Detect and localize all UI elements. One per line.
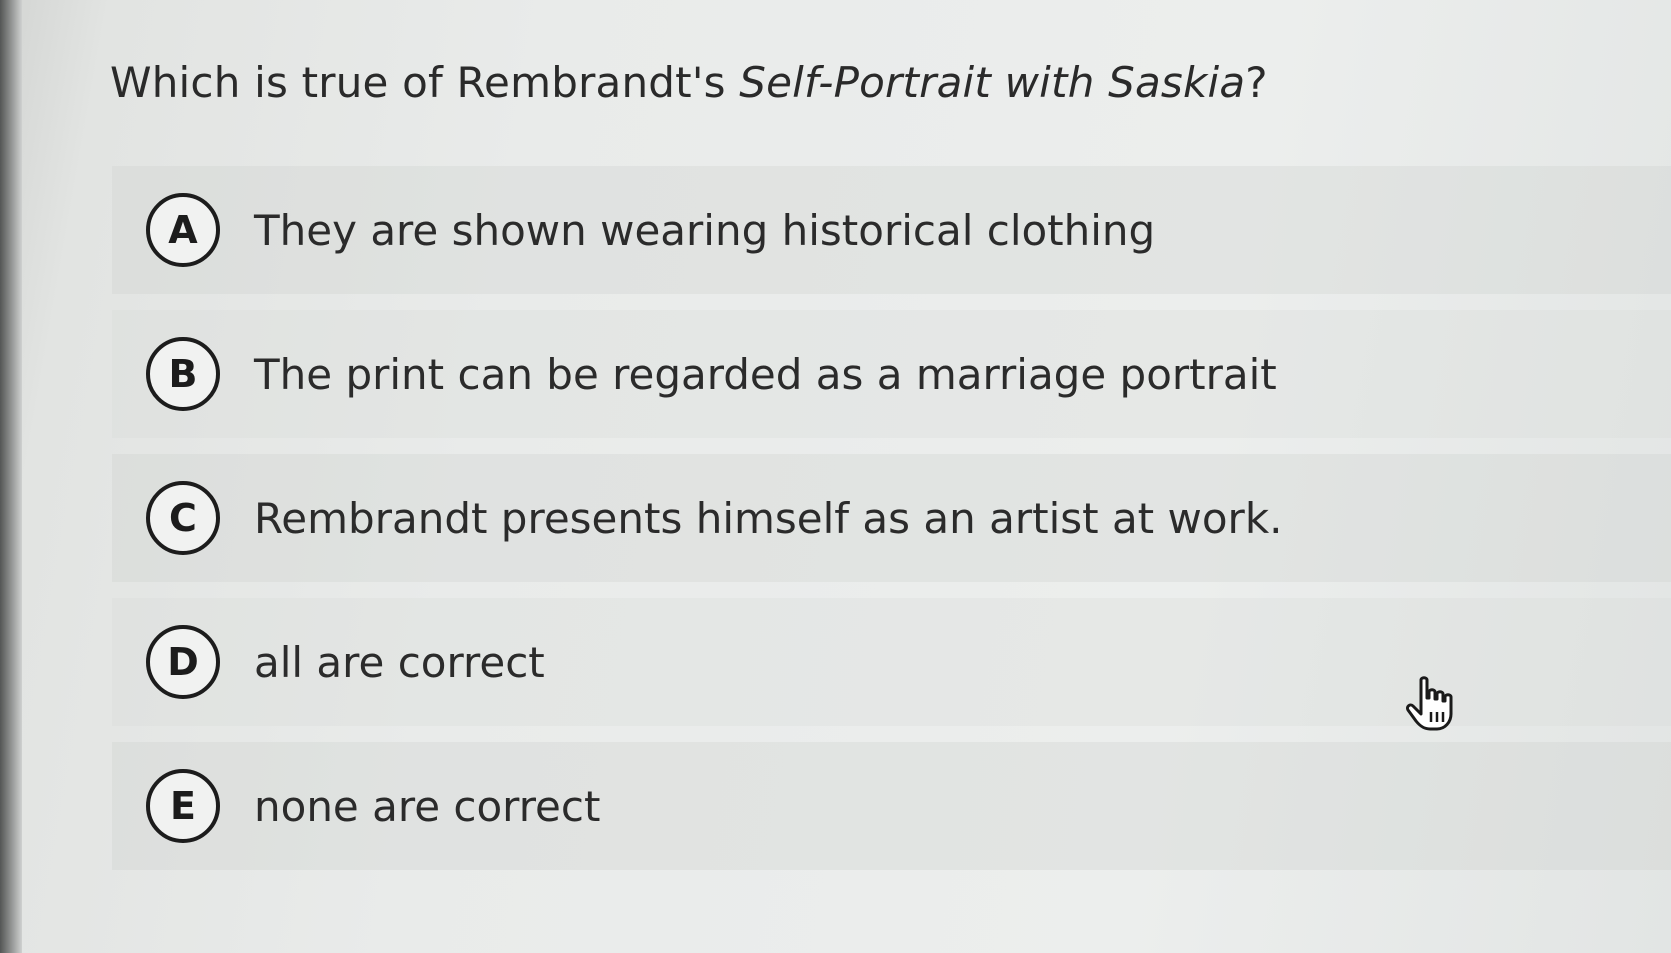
option-c-label: Rembrandt presents himself as an artist …	[254, 493, 1283, 543]
option-b[interactable]: B The print can be regarded as a marriag…	[112, 310, 1671, 438]
option-b-radio[interactable]: B	[146, 337, 220, 411]
question-suffix: ?	[1245, 58, 1268, 107]
option-e-label: none are correct	[254, 781, 601, 831]
option-a-radio[interactable]: A	[146, 193, 220, 267]
option-e[interactable]: E none are correct	[112, 742, 1671, 870]
hand-pointer-icon	[1404, 676, 1456, 732]
option-e-radio[interactable]: E	[146, 769, 220, 843]
question-prefix: Which is true of Rembrandt's	[110, 58, 740, 107]
option-c[interactable]: C Rembrandt presents himself as an artis…	[112, 454, 1671, 582]
option-c-radio[interactable]: C	[146, 481, 220, 555]
question-text: Which is true of Rembrandt's Self-Portra…	[110, 58, 1268, 107]
option-a-label: They are shown wearing historical clothi…	[254, 205, 1156, 255]
option-d-radio[interactable]: D	[146, 625, 220, 699]
screen-bezel	[0, 0, 22, 953]
artwork-title: Self-Portrait with Saskia	[739, 58, 1246, 107]
option-a[interactable]: A They are shown wearing historical clot…	[112, 166, 1671, 294]
option-d-label: all are correct	[254, 637, 545, 687]
answer-options: A They are shown wearing historical clot…	[112, 166, 1671, 886]
option-b-label: The print can be regarded as a marriage …	[254, 349, 1277, 399]
